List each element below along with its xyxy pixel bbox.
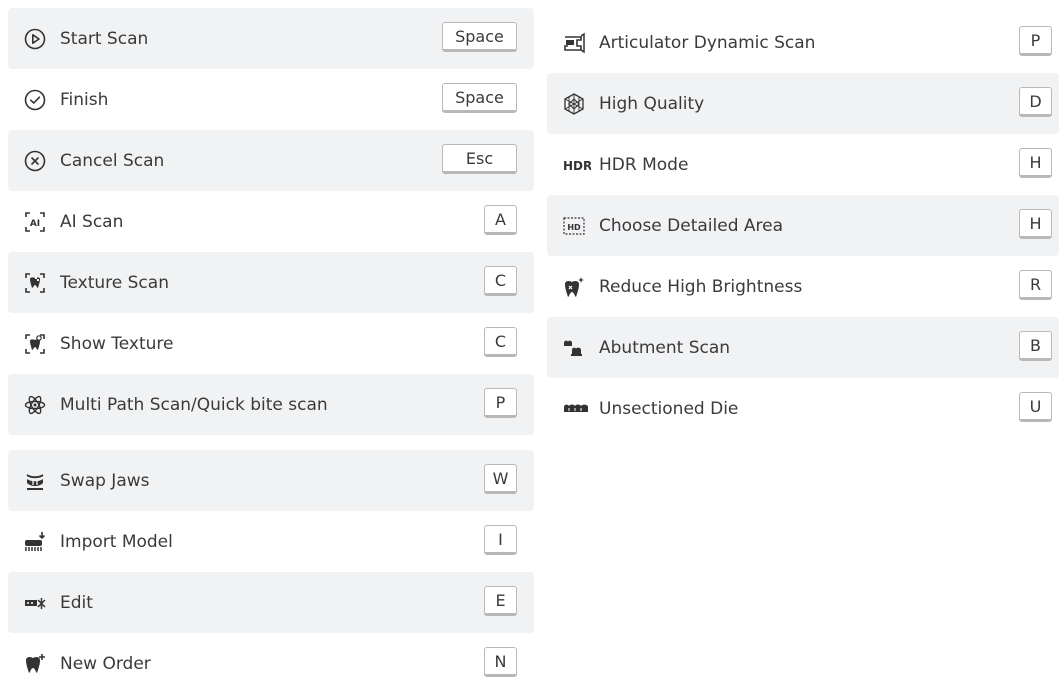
shortcut-row-ai-scan: AI AI Scan A	[8, 191, 534, 252]
shortcut-row-high-quality: High Quality D	[547, 73, 1059, 134]
shortcut-row-articulator-dynamic-scan: Articulator Dynamic Scan P	[547, 12, 1059, 73]
shortcut-row-import-model: Import Model I	[8, 511, 534, 572]
shortcut-list: Start Scan Space Finish Space Cancel Sca…	[0, 0, 1059, 679]
shortcut-row-edit: Edit E	[8, 572, 534, 633]
shortcut-label: Edit	[60, 592, 93, 613]
shortcut-key: C	[484, 266, 517, 296]
shortcut-key: R	[1019, 270, 1052, 300]
shortcut-row-reduce-high-brightness: Reduce High Brightness R	[547, 256, 1059, 317]
shortcut-key: P	[1019, 26, 1052, 56]
shortcut-row-texture-scan: Texture Scan C	[8, 252, 534, 313]
shortcut-key: P	[484, 388, 517, 418]
shortcut-label: Choose Detailed Area	[599, 215, 784, 236]
shortcut-row-unsectioned-die: Unsectioned Die U	[547, 378, 1059, 439]
shortcut-label: HDR Mode	[599, 154, 689, 175]
shortcut-key: E	[484, 586, 517, 616]
shortcut-label: Abutment Scan	[599, 337, 731, 358]
shortcut-label: Reduce High Brightness	[599, 276, 803, 297]
articulator-icon	[563, 32, 585, 54]
shortcut-row-choose-detailed-area: HD Choose Detailed Area H	[547, 195, 1059, 256]
texture-scan-icon	[24, 272, 46, 294]
shortcut-key: N	[484, 647, 517, 677]
shortcut-label: New Order	[60, 653, 151, 674]
shortcut-label: Finish	[60, 89, 109, 110]
shortcut-label: Unsectioned Die	[599, 398, 739, 419]
shortcut-key: H	[1019, 148, 1052, 178]
shortcut-row-new-order: New Order N	[8, 633, 534, 679]
play-circle-icon	[24, 28, 46, 50]
shortcut-key: U	[1019, 392, 1052, 422]
shortcut-row-swap-jaws: Swap Jaws W	[8, 450, 534, 511]
svg-text:HDR: HDR	[563, 159, 591, 173]
shortcut-label: Show Texture	[60, 333, 174, 354]
shortcut-key: I	[484, 525, 517, 555]
abutment-icon	[563, 337, 585, 359]
right-column: Articulator Dynamic Scan P High Quality …	[547, 12, 1059, 439]
shortcut-label: AI Scan	[60, 211, 124, 232]
shortcut-label: Texture Scan	[60, 272, 169, 293]
show-texture-icon	[24, 333, 46, 355]
atom-icon	[24, 394, 46, 416]
shortcut-row-start-scan: Start Scan Space	[8, 8, 534, 69]
shortcut-row-abutment-scan: Abutment Scan B	[547, 317, 1059, 378]
tooth-sparkle-icon	[563, 276, 585, 298]
hd-area-icon: HD	[563, 215, 585, 237]
shortcut-key: W	[484, 464, 517, 494]
shortcut-label: Import Model	[60, 531, 173, 552]
shortcut-row-cancel-scan: Cancel Scan Esc	[8, 130, 534, 191]
shortcut-key: B	[1019, 331, 1052, 361]
svg-text:AI: AI	[30, 219, 40, 229]
unsectioned-die-icon	[563, 398, 589, 420]
shortcut-key: A	[484, 205, 517, 235]
shortcut-row-show-texture: Show Texture C	[8, 313, 534, 374]
shortcut-key: H	[1019, 209, 1052, 239]
shortcut-label: Multi Path Scan/Quick bite scan	[60, 394, 328, 415]
check-circle-icon	[24, 89, 46, 111]
x-circle-icon	[24, 150, 46, 172]
import-model-icon	[24, 531, 46, 553]
shortcut-key: Space	[442, 83, 517, 113]
shortcut-label: Cancel Scan	[60, 150, 165, 171]
shortcut-label: Start Scan	[60, 28, 149, 49]
hdr-icon: HDR	[563, 154, 591, 176]
left-column: Start Scan Space Finish Space Cancel Sca…	[8, 8, 534, 679]
mesh-icon	[563, 92, 585, 115]
shortcut-key: Space	[442, 22, 517, 52]
shortcut-label: Swap Jaws	[60, 470, 150, 491]
shortcut-row-multi-path-scan: Multi Path Scan/Quick bite scan P	[8, 374, 534, 435]
shortcut-key: Esc	[442, 144, 517, 174]
ai-scan-icon: AI	[24, 211, 46, 233]
shortcut-key: C	[484, 327, 517, 357]
shortcut-row-hdr-mode: HDR HDR Mode H	[547, 134, 1059, 195]
swap-jaws-icon	[24, 470, 46, 492]
shortcut-row-finish: Finish Space	[8, 69, 534, 130]
shortcut-label: Articulator Dynamic Scan	[599, 32, 816, 53]
svg-text:HD: HD	[567, 223, 581, 232]
shortcut-label: High Quality	[599, 93, 705, 114]
shortcut-key: D	[1019, 87, 1052, 117]
tooth-plus-icon	[24, 653, 46, 675]
edit-teeth-icon	[24, 592, 46, 614]
